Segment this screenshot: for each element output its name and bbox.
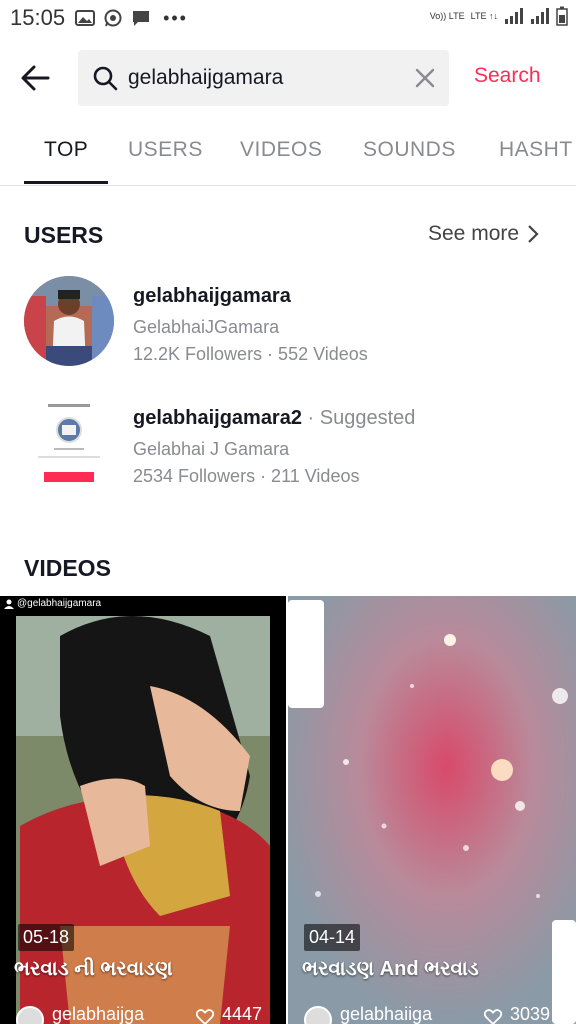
user-result[interactable]: gelabhaijgamara GelabhaiJGamara 12.2K Fo… xyxy=(0,276,576,376)
see-more-button[interactable]: See more xyxy=(428,222,539,246)
message-icon xyxy=(133,11,150,26)
search-input[interactable]: gelabhaijgamara xyxy=(78,50,449,106)
user-name: gelabhaijgamara2 · Suggested xyxy=(133,407,415,430)
search-icon xyxy=(93,66,118,91)
clear-icon[interactable] xyxy=(413,66,437,90)
video-date: 05-18 xyxy=(18,924,75,951)
heart-icon xyxy=(196,1009,214,1024)
video-caption: ભરવાડ ની ભરવાડણ xyxy=(14,958,173,980)
video-card[interactable]: 04-14 ભરવાડણ And ભરવાડ gelabhaiiga 3039 xyxy=(288,596,576,1024)
video-caption: ભરવાડણ And ભરવાડ xyxy=(302,958,479,980)
video-date: 04-14 xyxy=(304,924,361,951)
chevron-right-icon xyxy=(528,225,539,243)
gallery-icon xyxy=(75,10,96,26)
user-handle: GelabhaiJGamara xyxy=(133,317,280,337)
user-stats: 12.2K Followers · 552 Videos xyxy=(133,344,368,364)
video-watermark: @gelabhaijgamara xyxy=(4,598,101,609)
avatar xyxy=(24,398,114,488)
status-time: 15:05 xyxy=(10,5,66,30)
user-stats: 2534 Followers · 211 Videos xyxy=(133,466,360,486)
tab-active-indicator xyxy=(24,181,108,184)
search-header: gelabhaijgamara Search xyxy=(0,48,576,108)
tab-users[interactable]: USERS xyxy=(128,138,203,162)
whatsapp-icon xyxy=(104,9,122,27)
search-query: gelabhaijgamara xyxy=(128,66,284,89)
avatar xyxy=(24,276,114,366)
user-avatar-screenshot xyxy=(24,398,114,488)
tab-top[interactable]: TOP xyxy=(44,138,88,162)
volte-indicator: Vo)) LTE xyxy=(429,11,465,21)
video-author: gelabhaijga xyxy=(52,1004,145,1024)
more-notifications-icon: ••• xyxy=(163,7,188,28)
user-handle: Gelabhai J Gamara xyxy=(133,439,290,459)
suggested-label: · Suggested xyxy=(301,407,416,429)
videos-section-title: VIDEOS xyxy=(24,555,111,581)
user-icon xyxy=(4,599,14,609)
user-name-text: gelabhaijgamara xyxy=(133,285,291,307)
battery-icon xyxy=(556,6,568,26)
lte-indicator: LTE ↑↓ xyxy=(470,11,498,21)
signal-icon-2 xyxy=(531,8,549,24)
heart-icon xyxy=(484,1009,502,1024)
status-bar: 15:05 ••• Vo)) LTE LTE ↑↓ xyxy=(0,0,576,36)
video-likes: 4447 xyxy=(222,1004,263,1024)
user-avatar-photo xyxy=(24,276,114,366)
see-more-label: See more xyxy=(428,222,520,245)
search-button[interactable]: Search xyxy=(474,64,541,88)
user-result[interactable]: gelabhaijgamara2 · Suggested Gelabhai J … xyxy=(0,398,576,498)
tab-videos[interactable]: VIDEOS xyxy=(240,138,322,162)
video-card[interactable]: @gelabhaijgamara 05-18 ભરવાડ ની ભરવાડણ g… xyxy=(0,596,286,1024)
user-name: gelabhaijgamara xyxy=(133,285,291,308)
status-right: Vo)) LTE LTE ↑↓ xyxy=(430,6,568,26)
user-name-text: gelabhaijgamara2 xyxy=(133,407,302,429)
signal-icon xyxy=(505,8,523,24)
video-author: gelabhaiiga xyxy=(340,1004,433,1024)
video-likes: 3039 xyxy=(510,1004,551,1024)
users-section-title: USERS xyxy=(24,222,104,248)
tab-sounds[interactable]: SOUNDS xyxy=(363,138,456,162)
tab-hashtags[interactable]: HASHT xyxy=(499,138,573,162)
watermark-handle: @gelabhaijgamara xyxy=(17,598,102,609)
search-tabs: TOP USERS VIDEOS SOUNDS HASHT xyxy=(0,120,576,186)
back-arrow-icon[interactable] xyxy=(18,60,54,96)
